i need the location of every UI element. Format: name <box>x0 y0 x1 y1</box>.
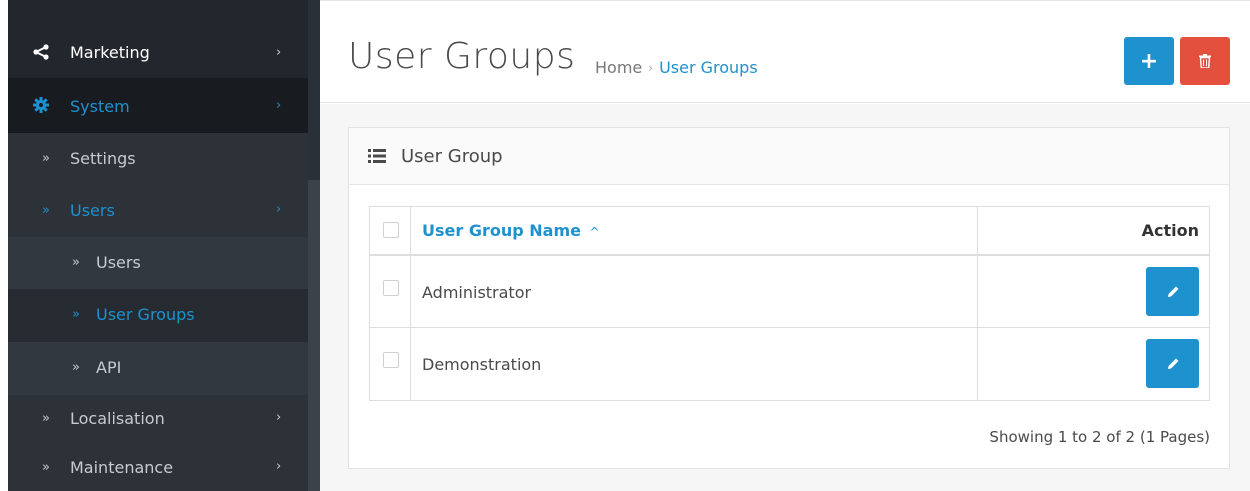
chevron-right-icon: › <box>276 459 282 474</box>
row-checkbox[interactable] <box>383 352 399 368</box>
panel-heading: User Group <box>349 128 1229 185</box>
sidebar-item-label: User Groups <box>96 305 195 324</box>
breadcrumb-separator: › <box>648 60 654 75</box>
sidebar-item-localisation[interactable]: » Localisation › <box>8 395 308 443</box>
pencil-icon <box>1167 286 1178 297</box>
delete-button[interactable] <box>1180 37 1230 85</box>
double-chevron-icon: » <box>72 307 80 322</box>
select-all-checkbox[interactable] <box>383 222 399 238</box>
column-divider <box>410 256 411 327</box>
breadcrumb-home-link[interactable]: Home <box>595 58 642 77</box>
user-group-name: Demonstration <box>422 355 542 374</box>
user-group-name: Administrator <box>422 283 532 302</box>
gear-icon <box>33 97 49 113</box>
sidebar: Marketing › System › » Settings » Users … <box>8 0 320 491</box>
sidebar-item-system[interactable]: System › <box>8 78 308 133</box>
table-row: Demonstration <box>370 328 1209 400</box>
share-icon <box>33 44 49 60</box>
sidebar-item-label: Maintenance <box>70 458 174 477</box>
column-header-name: User Group Name <box>422 221 581 240</box>
double-chevron-icon: » <box>72 255 80 270</box>
double-chevron-icon: » <box>42 203 50 218</box>
sidebar-item-label: API <box>96 358 122 377</box>
edit-button[interactable] <box>1146 339 1199 388</box>
list-icon <box>368 149 386 163</box>
sidebar-subitem-users[interactable]: » Users <box>8 237 308 289</box>
page-title: User Groups <box>348 36 576 77</box>
chevron-right-icon: › <box>276 202 282 217</box>
panel-title: User Group <box>401 146 503 167</box>
column-divider <box>410 207 411 254</box>
column-divider <box>977 328 978 400</box>
sidebar-item-label: Localisation <box>70 409 165 428</box>
sidebar-item-label: Marketing <box>70 43 150 62</box>
sidebar-item-label: Users <box>70 201 115 220</box>
sidebar-subitem-user-groups[interactable]: » User Groups <box>8 289 308 342</box>
column-header-action: Action <box>1141 221 1199 240</box>
sidebar-item-users[interactable]: » Users › <box>8 185 308 237</box>
user-group-panel: User Group User Group Name ^ Action Admi… <box>348 127 1230 469</box>
column-divider <box>410 328 411 400</box>
breadcrumb: Home › User Groups <box>595 58 758 77</box>
chevron-right-icon: › <box>276 45 282 60</box>
row-checkbox[interactable] <box>383 280 399 296</box>
sidebar-item-label: Settings <box>70 149 136 168</box>
sidebar-item-label: System <box>70 97 130 116</box>
trash-icon <box>1199 54 1211 68</box>
add-button[interactable]: + <box>1124 37 1174 85</box>
sidebar-item-maintenance[interactable]: » Maintenance › <box>8 443 308 491</box>
sidebar-subitem-api[interactable]: » API <box>8 342 308 395</box>
page-header: User Groups Home › User Groups + <box>320 0 1250 103</box>
chevron-right-icon: › <box>276 98 282 113</box>
sort-by-name-link[interactable]: User Group Name ^ <box>422 221 600 240</box>
column-divider <box>977 207 978 254</box>
double-chevron-icon: » <box>42 460 50 475</box>
sort-asc-icon: ^ <box>589 225 600 239</box>
sidebar-scrollbar[interactable] <box>308 180 320 491</box>
pencil-icon <box>1167 358 1178 369</box>
edit-button[interactable] <box>1146 267 1199 316</box>
user-groups-table: User Group Name ^ Action Administrator D… <box>369 206 1210 401</box>
table-header-row: User Group Name ^ Action <box>370 207 1209 256</box>
sidebar-item-label: Users <box>96 253 141 272</box>
column-divider <box>977 256 978 327</box>
double-chevron-icon: » <box>72 360 80 375</box>
chevron-right-icon: › <box>276 410 282 425</box>
double-chevron-icon: » <box>42 411 50 426</box>
pagination-info: Showing 1 to 2 of 2 (1 Pages) <box>989 428 1210 446</box>
sidebar-item-settings[interactable]: » Settings <box>8 133 308 185</box>
plus-icon: + <box>1139 48 1159 74</box>
table-row: Administrator <box>370 256 1209 328</box>
breadcrumb-current-link[interactable]: User Groups <box>659 58 758 77</box>
sidebar-item-marketing[interactable]: Marketing › <box>8 0 308 78</box>
double-chevron-icon: » <box>42 151 50 166</box>
